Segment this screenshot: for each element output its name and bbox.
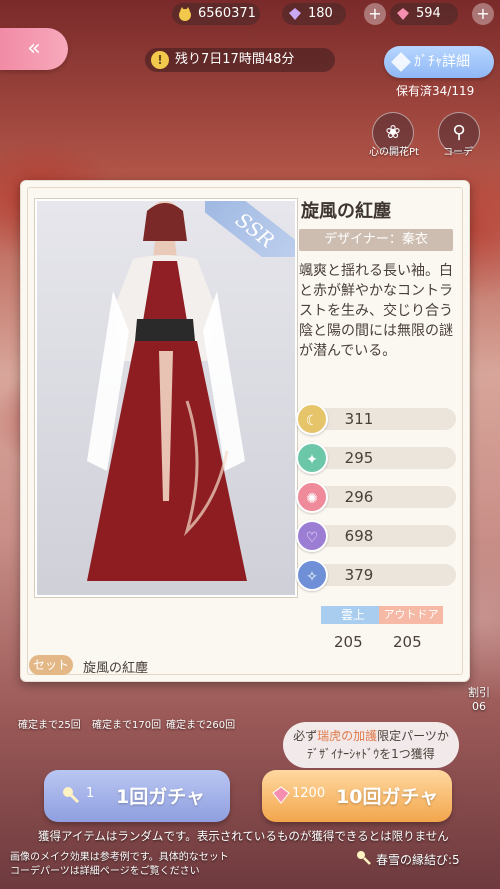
ssr-label: SSR — [205, 201, 295, 257]
item-detail-card: SSR 旋風の紅塵 デザイナー：秦衣 颯爽と揺れる長い袖。白と赤が鮮やかなコント… — [20, 180, 470, 682]
promo-prefix: 必ず — [293, 729, 318, 743]
back-button[interactable]: « — [0, 28, 68, 70]
currency-bar: 6560371 180 + 594 + — [0, 0, 500, 30]
single-pull-cost: 1 — [86, 786, 95, 801]
diamond-shape-icon — [391, 52, 411, 72]
designer-label: デザイナー：秦衣 — [299, 229, 453, 251]
crystal-amount: 594 — [416, 6, 441, 21]
ticket-count: 春雪の縁結び:5 — [376, 853, 460, 867]
outfit-preview: SSR — [35, 199, 297, 597]
ten-pull-cost: 1200 — [292, 786, 326, 801]
discount-label: 割引 — [468, 686, 490, 699]
stat-elegant: ☾ 311 — [296, 403, 456, 435]
stat-value: 296 — [344, 488, 374, 506]
key-icon — [357, 851, 371, 865]
promo-highlight: 瑞虎の加護 — [317, 729, 378, 743]
single-pull-button[interactable]: 1 1回ガチャ — [44, 770, 230, 822]
promo-bubble: 必ず瑞虎の加護限定パーツか ﾃﾞｻﾞｲﾅｰｼｬﾄﾞｳを1つ獲得 — [283, 722, 459, 768]
ten-pull-label: 10回ガチャ — [336, 786, 439, 808]
alert-icon: ! — [151, 51, 169, 69]
stat-value: 311 — [344, 410, 374, 428]
item-description: 颯爽と揺れる長い袖。白と赤が鮮やかなコントラストを生み、交じり合う陰と陽の間には… — [299, 263, 453, 359]
stat-sweet: ✺ 296 — [296, 481, 456, 513]
add-diamond-button[interactable]: + — [364, 3, 386, 25]
makeup-note-1: 画像のメイク効果は参考例です。具体的なセット — [10, 852, 229, 863]
gacha-detail-label: ｶﾞﾁｬ詳細 — [414, 54, 470, 70]
single-pull-label: 1回ガチャ — [116, 786, 206, 808]
ten-pull-button[interactable]: 1200 10回ガチャ — [262, 770, 452, 822]
crystal-icon — [272, 786, 290, 804]
tag-outdoor: アウトドア — [379, 606, 443, 624]
guarantee-25: 確定まで25回 — [18, 720, 81, 731]
coordinate-label: コーデ — [443, 147, 473, 158]
crystal-counter: 594 — [390, 3, 458, 25]
diamond-amount: 180 — [308, 6, 333, 21]
bloom-points-label: 心の開花Pt — [369, 147, 419, 158]
makeup-note-2: コーデパーツは詳細ページをご覧ください — [10, 866, 200, 877]
crystal-icon — [397, 8, 409, 20]
promo-suffix: 限定パーツか — [377, 729, 449, 743]
item-name: 旋風の紅塵 — [301, 201, 391, 222]
timer-text: 残り7日17時間48分 — [175, 52, 295, 67]
coin-amount: 6560371 — [198, 6, 256, 21]
search-icon: ⚲ — [452, 122, 466, 143]
outfit-figure-image — [87, 201, 247, 581]
cat-coin-icon — [179, 7, 191, 21]
key-icon — [63, 787, 80, 804]
flower-icon: ❀ — [385, 122, 401, 143]
event-timer: ! 残り7日17時間48分 — [145, 48, 335, 72]
gacha-detail-button[interactable]: ｶﾞﾁｬ詳細 — [384, 46, 494, 78]
tag-outdoor-value: 205 — [393, 633, 422, 651]
tag-cloud: 雲上 — [321, 606, 385, 624]
back-arrow-icon: « — [27, 36, 41, 61]
promo-line2: ﾃﾞｻﾞｲﾅｰｼｬﾄﾞｳを1つ獲得 — [307, 747, 435, 761]
stat-cool: ✧ 379 — [296, 559, 456, 591]
stat-value: 379 — [344, 566, 374, 584]
guarantee-260: 確定まで260回 — [166, 720, 236, 731]
add-crystal-button[interactable]: + — [472, 3, 494, 25]
tag-cloud-value: 205 — [334, 633, 363, 651]
diamond-icon — [289, 8, 301, 20]
owned-count: 保有済34/119 — [396, 84, 475, 98]
guarantee-170: 確定まで170回 — [92, 720, 162, 731]
discount-value: 06 — [472, 700, 486, 713]
set-badge: セット — [29, 655, 73, 675]
random-disclaimer: 獲得アイテムはランダムです。表示されているものが獲得できるとは限りません — [38, 829, 449, 843]
stat-fresh: ✦ 295 — [296, 442, 456, 474]
set-name: 旋風の紅塵 — [83, 661, 149, 676]
stat-value: 295 — [344, 449, 374, 467]
diamond-counter: 180 — [282, 3, 346, 25]
stat-sexy: ♡ 698 — [296, 520, 456, 552]
ssr-rarity-badge: SSR — [205, 201, 295, 257]
coin-counter: 6560371 — [172, 3, 260, 25]
stat-value: 698 — [344, 527, 374, 545]
